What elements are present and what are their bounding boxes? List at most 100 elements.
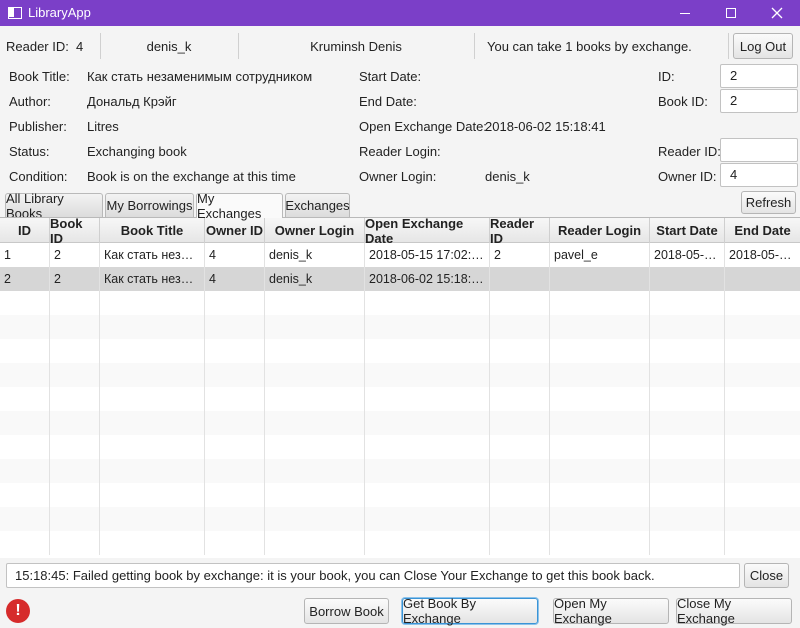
condition-label: Condition:	[9, 169, 68, 184]
logout-button[interactable]: Log Out	[733, 33, 793, 59]
cell-id	[0, 363, 50, 387]
empty-table-row[interactable]	[0, 531, 800, 555]
cell-book-title	[100, 387, 205, 411]
exchanges-table[interactable]: ID Book ID Book Title Owner ID Owner Log…	[0, 217, 800, 558]
reader-id-value: 4	[76, 38, 84, 54]
reader-id-field[interactable]	[720, 138, 798, 162]
cell-owner-id	[205, 291, 265, 315]
cell-book-title	[100, 459, 205, 483]
empty-table-row[interactable]	[0, 387, 800, 411]
empty-table-row[interactable]	[0, 459, 800, 483]
cell-owner-id	[205, 363, 265, 387]
cell-reader-id	[490, 459, 550, 483]
column-header-book-id[interactable]: Book ID	[50, 218, 100, 246]
publisher-value: Litres	[87, 119, 119, 134]
table-header: ID Book ID Book Title Owner ID Owner Log…	[0, 218, 800, 246]
cell-owner-id: 4	[205, 243, 265, 267]
cell-reader-id	[490, 387, 550, 411]
cell-book-title	[100, 483, 205, 507]
empty-table-row[interactable]	[0, 483, 800, 507]
cell-open-exchange-date	[365, 363, 490, 387]
cell-book-title	[100, 411, 205, 435]
cell-book-title	[100, 315, 205, 339]
cell-book-id	[50, 339, 100, 363]
cell-end-date	[725, 339, 800, 363]
column-header-book-title[interactable]: Book Title	[100, 218, 205, 243]
cell-book-id	[50, 291, 100, 315]
empty-table-row[interactable]	[0, 435, 800, 459]
column-header-owner-login[interactable]: Owner Login	[265, 218, 365, 243]
tab-all-library-books[interactable]: All Library Books	[5, 191, 103, 221]
column-header-start-date[interactable]: Start Date	[650, 218, 725, 243]
cell-owner-id	[205, 507, 265, 531]
refresh-button[interactable]: Refresh	[741, 191, 796, 214]
divider	[100, 33, 101, 59]
column-header-id[interactable]: ID	[0, 218, 50, 243]
status-message-field[interactable]: 15:18:45: Failed getting book by exchang…	[6, 563, 740, 588]
cell-start-date	[650, 411, 725, 435]
column-header-open-exchange-date[interactable]: Open Exchange Date	[365, 218, 490, 246]
close-window-button[interactable]	[754, 0, 800, 26]
cell-reader-id	[490, 339, 550, 363]
cell-id	[0, 315, 50, 339]
cell-id	[0, 387, 50, 411]
empty-table-row[interactable]	[0, 339, 800, 363]
column-header-reader-login[interactable]: Reader Login	[550, 218, 650, 243]
divider	[474, 33, 475, 59]
empty-table-row[interactable]	[0, 363, 800, 387]
get-book-by-exchange-button[interactable]: Get Book By Exchange	[402, 596, 538, 626]
cell-reader-login	[550, 363, 650, 387]
cell-book-id	[50, 387, 100, 411]
book-id-field[interactable]: 2	[720, 89, 798, 113]
cell-book-title	[100, 291, 205, 315]
tab-exchanges[interactable]: Exchanges	[285, 193, 350, 217]
cell-reader-id: 2	[490, 243, 550, 267]
cell-reader-id	[490, 531, 550, 555]
cell-end-date	[725, 363, 800, 387]
cell-owner-login	[265, 531, 365, 555]
column-header-owner-id[interactable]: Owner ID	[205, 218, 265, 243]
tab-my-exchanges[interactable]: My Exchanges	[196, 191, 283, 221]
cell-owner-login	[265, 411, 365, 435]
table-row[interactable]: 2 2 Как стать незам... 4 denis_k 2018-06-02 1…	[0, 267, 800, 291]
author-label: Author:	[9, 94, 51, 109]
owner-login-value: denis_k	[485, 169, 530, 184]
cell-reader-id	[490, 363, 550, 387]
close-status-button[interactable]: Close	[744, 563, 789, 588]
empty-table-row[interactable]	[0, 315, 800, 339]
owner-id-field[interactable]: 4	[720, 163, 798, 187]
maximize-button[interactable]	[708, 0, 754, 26]
cell-owner-login	[265, 387, 365, 411]
borrow-book-button[interactable]: Borrow Book	[304, 598, 389, 624]
close-my-exchange-button[interactable]: Close My Exchange	[676, 596, 792, 626]
cell-owner-login	[265, 339, 365, 363]
column-header-end-date[interactable]: End Date	[725, 218, 800, 243]
cell-owner-id	[205, 531, 265, 555]
cell-owner-login: denis_k	[265, 243, 365, 267]
cell-book-title	[100, 531, 205, 555]
tab-my-borrowings[interactable]: My Borrowings	[105, 193, 194, 217]
cell-start-date	[650, 531, 725, 555]
cell-start-date	[650, 339, 725, 363]
cell-end-date	[725, 507, 800, 531]
empty-table-row[interactable]	[0, 291, 800, 315]
open-my-exchange-button[interactable]: Open My Exchange	[553, 596, 669, 626]
cell-book-id	[50, 507, 100, 531]
minimize-button[interactable]	[662, 0, 708, 26]
empty-table-row[interactable]	[0, 411, 800, 435]
id-field[interactable]: 2	[720, 64, 798, 88]
cell-book-id	[50, 363, 100, 387]
title-bar: LibraryApp	[0, 0, 800, 26]
table-row[interactable]: 1 2 Как стать незам... 4 denis_k 2018-05-15 1…	[0, 243, 800, 267]
divider	[728, 33, 729, 59]
cell-open-exchange-date	[365, 315, 490, 339]
cell-owner-id	[205, 411, 265, 435]
empty-table-row[interactable]	[0, 507, 800, 531]
cell-start-date	[650, 507, 725, 531]
cell-id	[0, 411, 50, 435]
cell-book-title	[100, 339, 205, 363]
cell-end-date	[725, 291, 800, 315]
cell-book-id: 2	[50, 243, 100, 267]
column-header-reader-id[interactable]: Reader ID	[490, 218, 550, 246]
reader-full-name: Kruminsh Denis	[310, 38, 402, 54]
